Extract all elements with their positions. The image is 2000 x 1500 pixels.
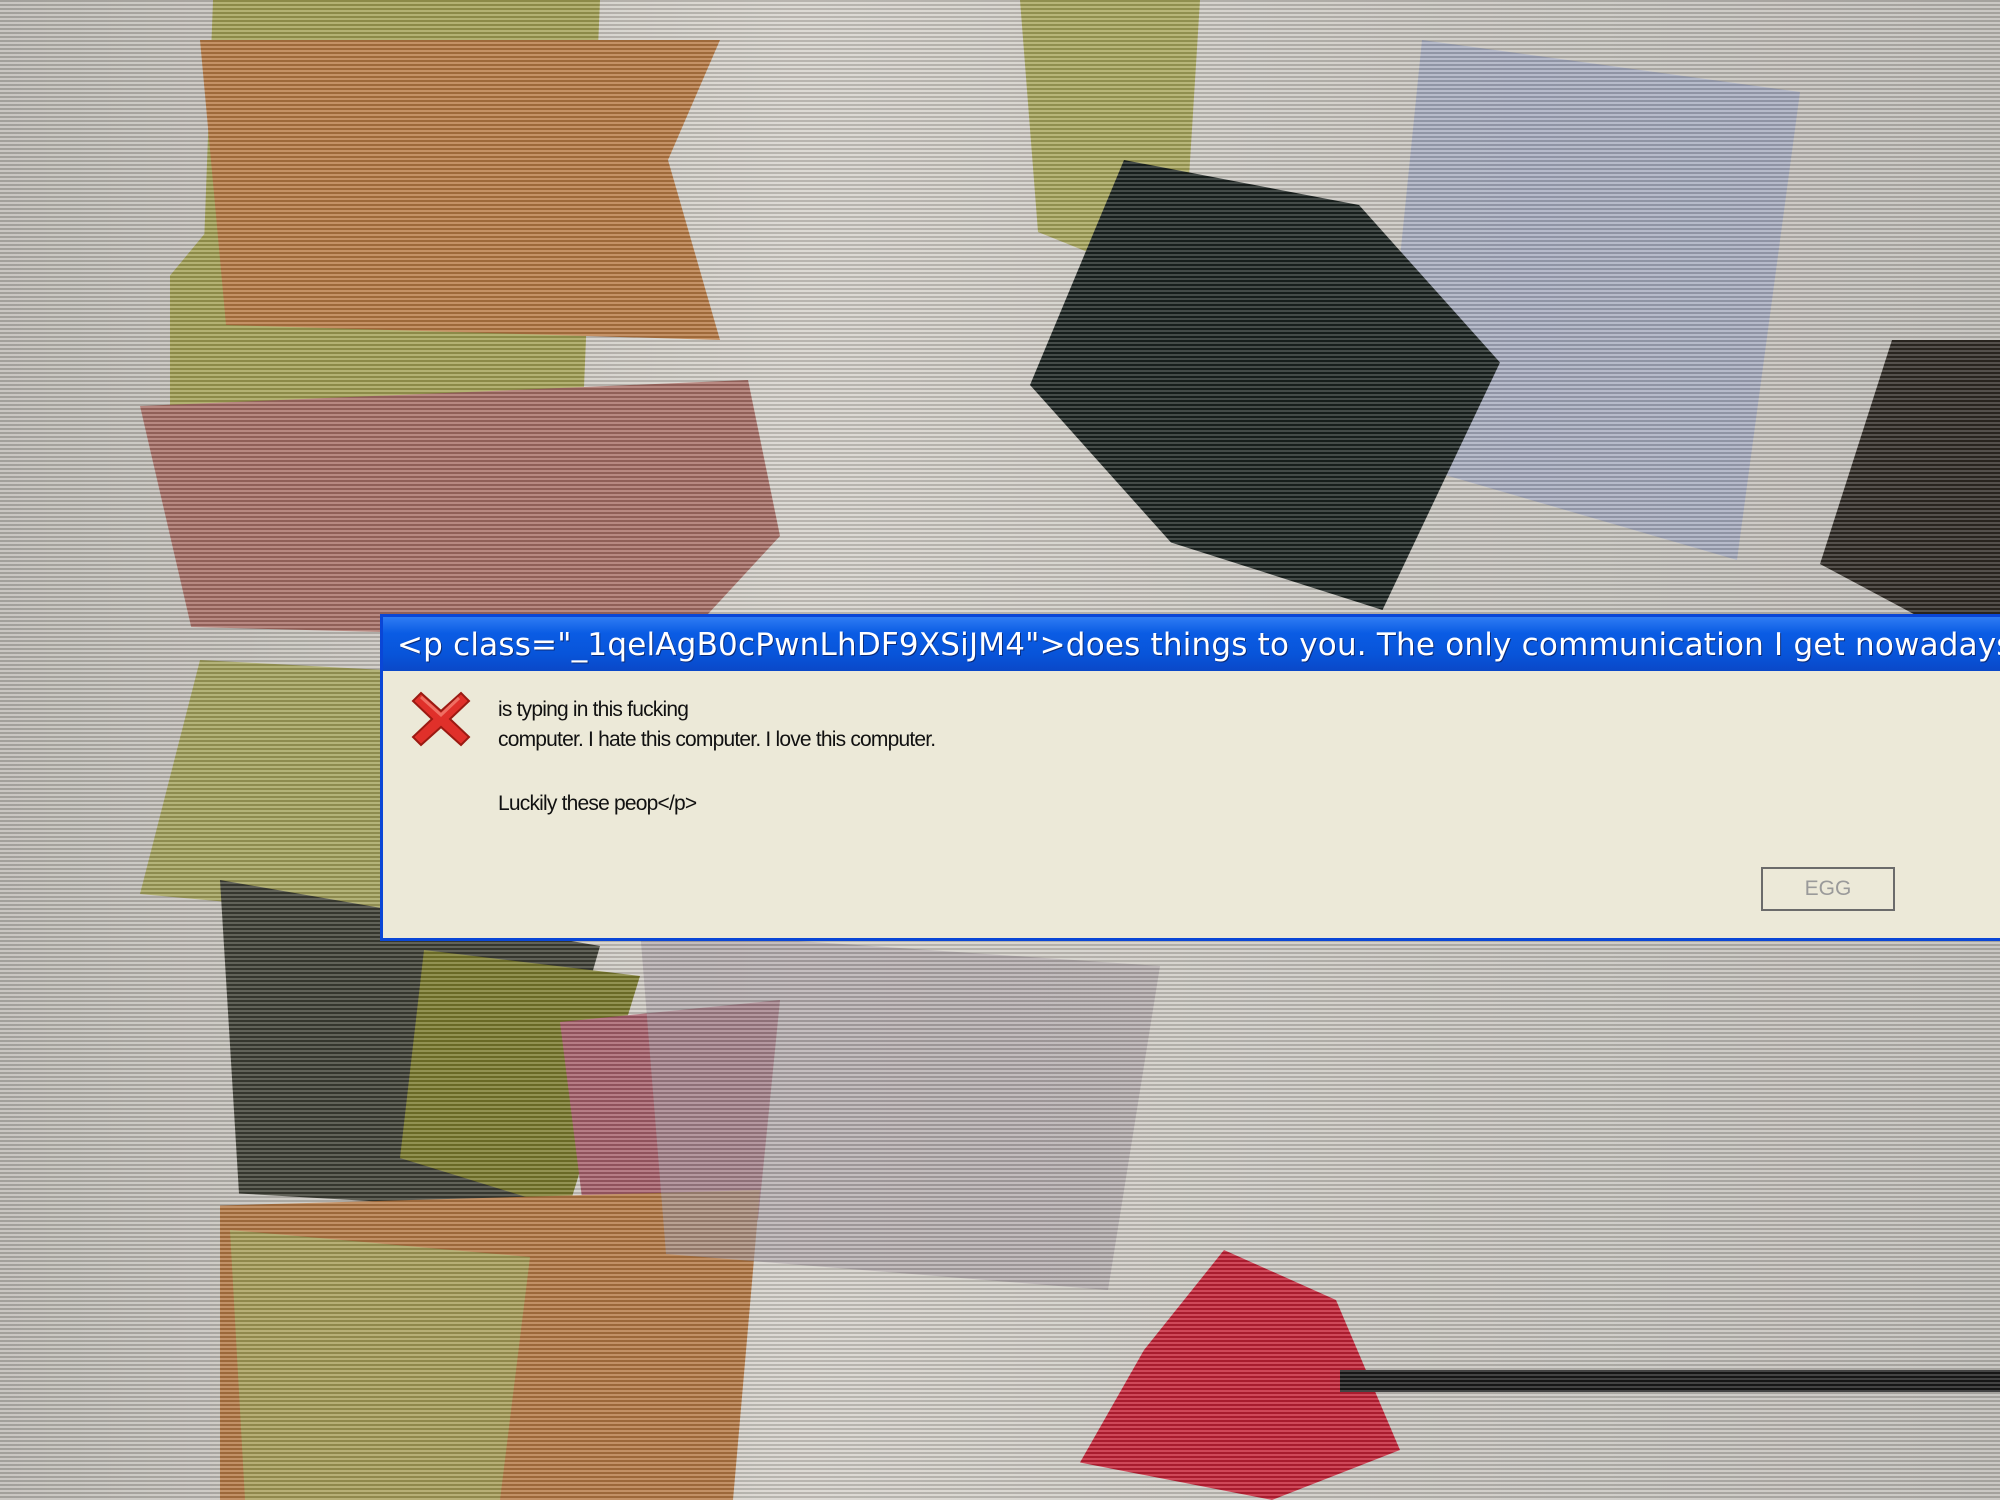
- message-spacer: [498, 755, 935, 789]
- wallpaper-shape: [640, 930, 1160, 1290]
- wallpaper-shape: [140, 380, 780, 640]
- message-line: Luckily these peop</p>: [498, 792, 697, 815]
- wallpaper-shape: [1340, 1370, 2000, 1392]
- dialog-body: is typing in this fucking computer. I ha…: [383, 671, 2000, 938]
- message-line: computer. I hate this computer. I love t…: [498, 728, 936, 751]
- dialog-title: <p class="_1qelAgB0cPwnLhDF9XSiJM4">does…: [397, 627, 2000, 663]
- dialog-titlebar[interactable]: <p class="_1qelAgB0cPwnLhDF9XSiJM4">does…: [383, 617, 2000, 671]
- wallpaper-shape: [200, 40, 720, 340]
- error-x-icon: [411, 691, 471, 747]
- desktop: <p class="_1qelAgB0cPwnLhDF9XSiJM4">does…: [0, 0, 2000, 1500]
- message-line: is typing in this fucking: [498, 698, 689, 721]
- egg-button[interactable]: EGG: [1761, 867, 1895, 911]
- dialog-message: is typing in this fucking computer. I ha…: [498, 695, 936, 819]
- wallpaper-shape: [230, 1230, 530, 1500]
- error-dialog: <p class="_1qelAgB0cPwnLhDF9XSiJM4">does…: [380, 614, 2000, 941]
